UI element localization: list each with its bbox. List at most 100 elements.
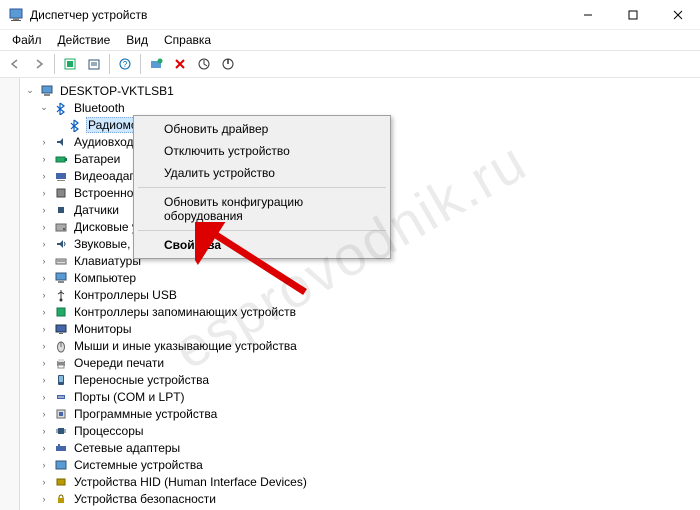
app-icon: [8, 7, 24, 23]
expand-icon[interactable]: ›: [38, 205, 50, 215]
tree-label: Мониторы: [72, 322, 133, 336]
expand-icon[interactable]: ›: [38, 443, 50, 453]
tree-label: Сетевые адаптеры: [72, 441, 182, 455]
tree-category[interactable]: ›Программные устройства: [24, 405, 700, 422]
tree-category[interactable]: › Процессоры: [24, 422, 700, 439]
system-device-icon: [53, 457, 69, 473]
network-adapter-icon: [53, 440, 69, 456]
minimize-button[interactable]: [565, 0, 610, 29]
back-button[interactable]: [4, 53, 26, 75]
expand-icon[interactable]: ›: [38, 324, 50, 334]
collapse-icon[interactable]: ⌄: [24, 85, 36, 96]
context-menu-update-driver[interactable]: Обновить драйвер: [136, 118, 388, 140]
toolbar-divider: [109, 54, 110, 74]
menu-file[interactable]: Файл: [4, 31, 50, 49]
maximize-button[interactable]: [610, 0, 655, 29]
expand-icon[interactable]: ›: [38, 239, 50, 249]
expand-icon[interactable]: ›: [38, 256, 50, 266]
expand-icon[interactable]: ›: [38, 477, 50, 487]
audio-icon: [53, 134, 69, 150]
help-button[interactable]: ?: [114, 53, 136, 75]
context-menu-remove[interactable]: Удалить устройство: [136, 162, 388, 184]
expand-icon[interactable]: ›: [38, 375, 50, 385]
tree-category[interactable]: ›Контроллеры USB: [24, 286, 700, 303]
expand-icon[interactable]: ›: [38, 341, 50, 351]
context-menu: Обновить драйвер Отключить устройство Уд…: [133, 115, 391, 259]
expand-icon[interactable]: ›: [38, 426, 50, 436]
window-controls: [565, 0, 700, 29]
expand-icon[interactable]: ›: [38, 460, 50, 470]
display-adapter-icon: [53, 168, 69, 184]
properties-button[interactable]: [83, 53, 105, 75]
tree-category[interactable]: ›Очереди печати: [24, 354, 700, 371]
context-menu-refresh[interactable]: Обновить конфигурацию оборудования: [136, 191, 388, 227]
usb-icon: [53, 287, 69, 303]
processor-icon: [53, 423, 69, 439]
sensor-icon: [53, 202, 69, 218]
expand-icon[interactable]: ›: [38, 188, 50, 198]
scan-hardware-button[interactable]: [145, 53, 167, 75]
tree-category[interactable]: ›Переносные устройства: [24, 371, 700, 388]
expand-icon[interactable]: ›: [38, 273, 50, 283]
collapse-icon[interactable]: ⌄: [38, 102, 50, 113]
tree-label: Датчики: [72, 203, 121, 217]
storage-controller-icon: [53, 304, 69, 320]
tree-label: Процессоры: [72, 424, 146, 438]
menu-view[interactable]: Вид: [118, 31, 156, 49]
printer-icon: [53, 355, 69, 371]
software-device-icon: [53, 406, 69, 422]
context-menu-properties[interactable]: Свойства: [136, 234, 388, 256]
tree-category-bluetooth[interactable]: ⌄ Bluetooth: [24, 99, 700, 116]
show-hidden-button[interactable]: [59, 53, 81, 75]
expand-icon[interactable]: ›: [38, 358, 50, 368]
tree-category[interactable]: › Системные устройства: [24, 456, 700, 473]
tree-label: Системные устройства: [72, 458, 205, 472]
expand-icon[interactable]: ›: [38, 171, 50, 181]
close-button[interactable]: [655, 0, 700, 29]
update-driver-button[interactable]: [193, 53, 215, 75]
menu-action[interactable]: Действие: [50, 31, 119, 49]
svg-text:?: ?: [123, 60, 128, 69]
bluetooth-icon: [53, 100, 69, 116]
expand-icon[interactable]: ›: [38, 137, 50, 147]
uninstall-button[interactable]: [169, 53, 191, 75]
expand-icon[interactable]: ›: [38, 494, 50, 504]
tree-label: Порты (COM и LPT): [72, 390, 187, 404]
disk-icon: [53, 219, 69, 235]
security-device-icon: [53, 491, 69, 507]
title-bar: Диспетчер устройств: [0, 0, 700, 30]
expand-icon[interactable]: ›: [38, 409, 50, 419]
context-menu-separator: [138, 187, 386, 188]
disable-button[interactable]: [217, 53, 239, 75]
tree-category[interactable]: › Контроллеры запоминающих устройств: [24, 303, 700, 320]
monitor-icon: [53, 321, 69, 337]
tree-category[interactable]: ›Компьютер: [24, 269, 700, 286]
menu-help[interactable]: Справка: [156, 31, 219, 49]
forward-button[interactable]: [28, 53, 50, 75]
tree-category[interactable]: › Порты (COM и LPT): [24, 388, 700, 405]
tree-label: Устройства HID (Human Interface Devices): [72, 475, 309, 489]
expand-icon[interactable]: ›: [38, 392, 50, 402]
toolbar: ?: [0, 50, 700, 78]
tree-root[interactable]: ⌄DESKTOP-VKTLSB1: [24, 82, 700, 99]
bluetooth-icon: [67, 117, 83, 133]
tree-category[interactable]: ›Устройства безопасности: [24, 490, 700, 507]
toolbar-divider: [54, 54, 55, 74]
computer-icon: [39, 83, 55, 99]
context-menu-disable[interactable]: Отключить устройство: [136, 140, 388, 162]
expand-icon[interactable]: ›: [38, 222, 50, 232]
tree-label: Bluetooth: [72, 101, 127, 115]
computer-icon: [53, 270, 69, 286]
sound-icon: [53, 236, 69, 252]
tree-category[interactable]: › Мониторы: [24, 320, 700, 337]
tree-category[interactable]: › Сетевые адаптеры: [24, 439, 700, 456]
context-menu-separator: [138, 230, 386, 231]
expand-icon[interactable]: ›: [38, 307, 50, 317]
tree-label: Аудиовход: [72, 135, 136, 149]
tree-category[interactable]: › Устройства HID (Human Interface Devices…: [24, 473, 700, 490]
expand-icon[interactable]: ›: [38, 290, 50, 300]
expand-icon[interactable]: ›: [38, 154, 50, 164]
window-title: Диспетчер устройств: [30, 8, 565, 22]
tree-label: Контроллеры запоминающих устройств: [72, 305, 298, 319]
tree-category[interactable]: ›Мыши и иные указывающие устройства: [24, 337, 700, 354]
